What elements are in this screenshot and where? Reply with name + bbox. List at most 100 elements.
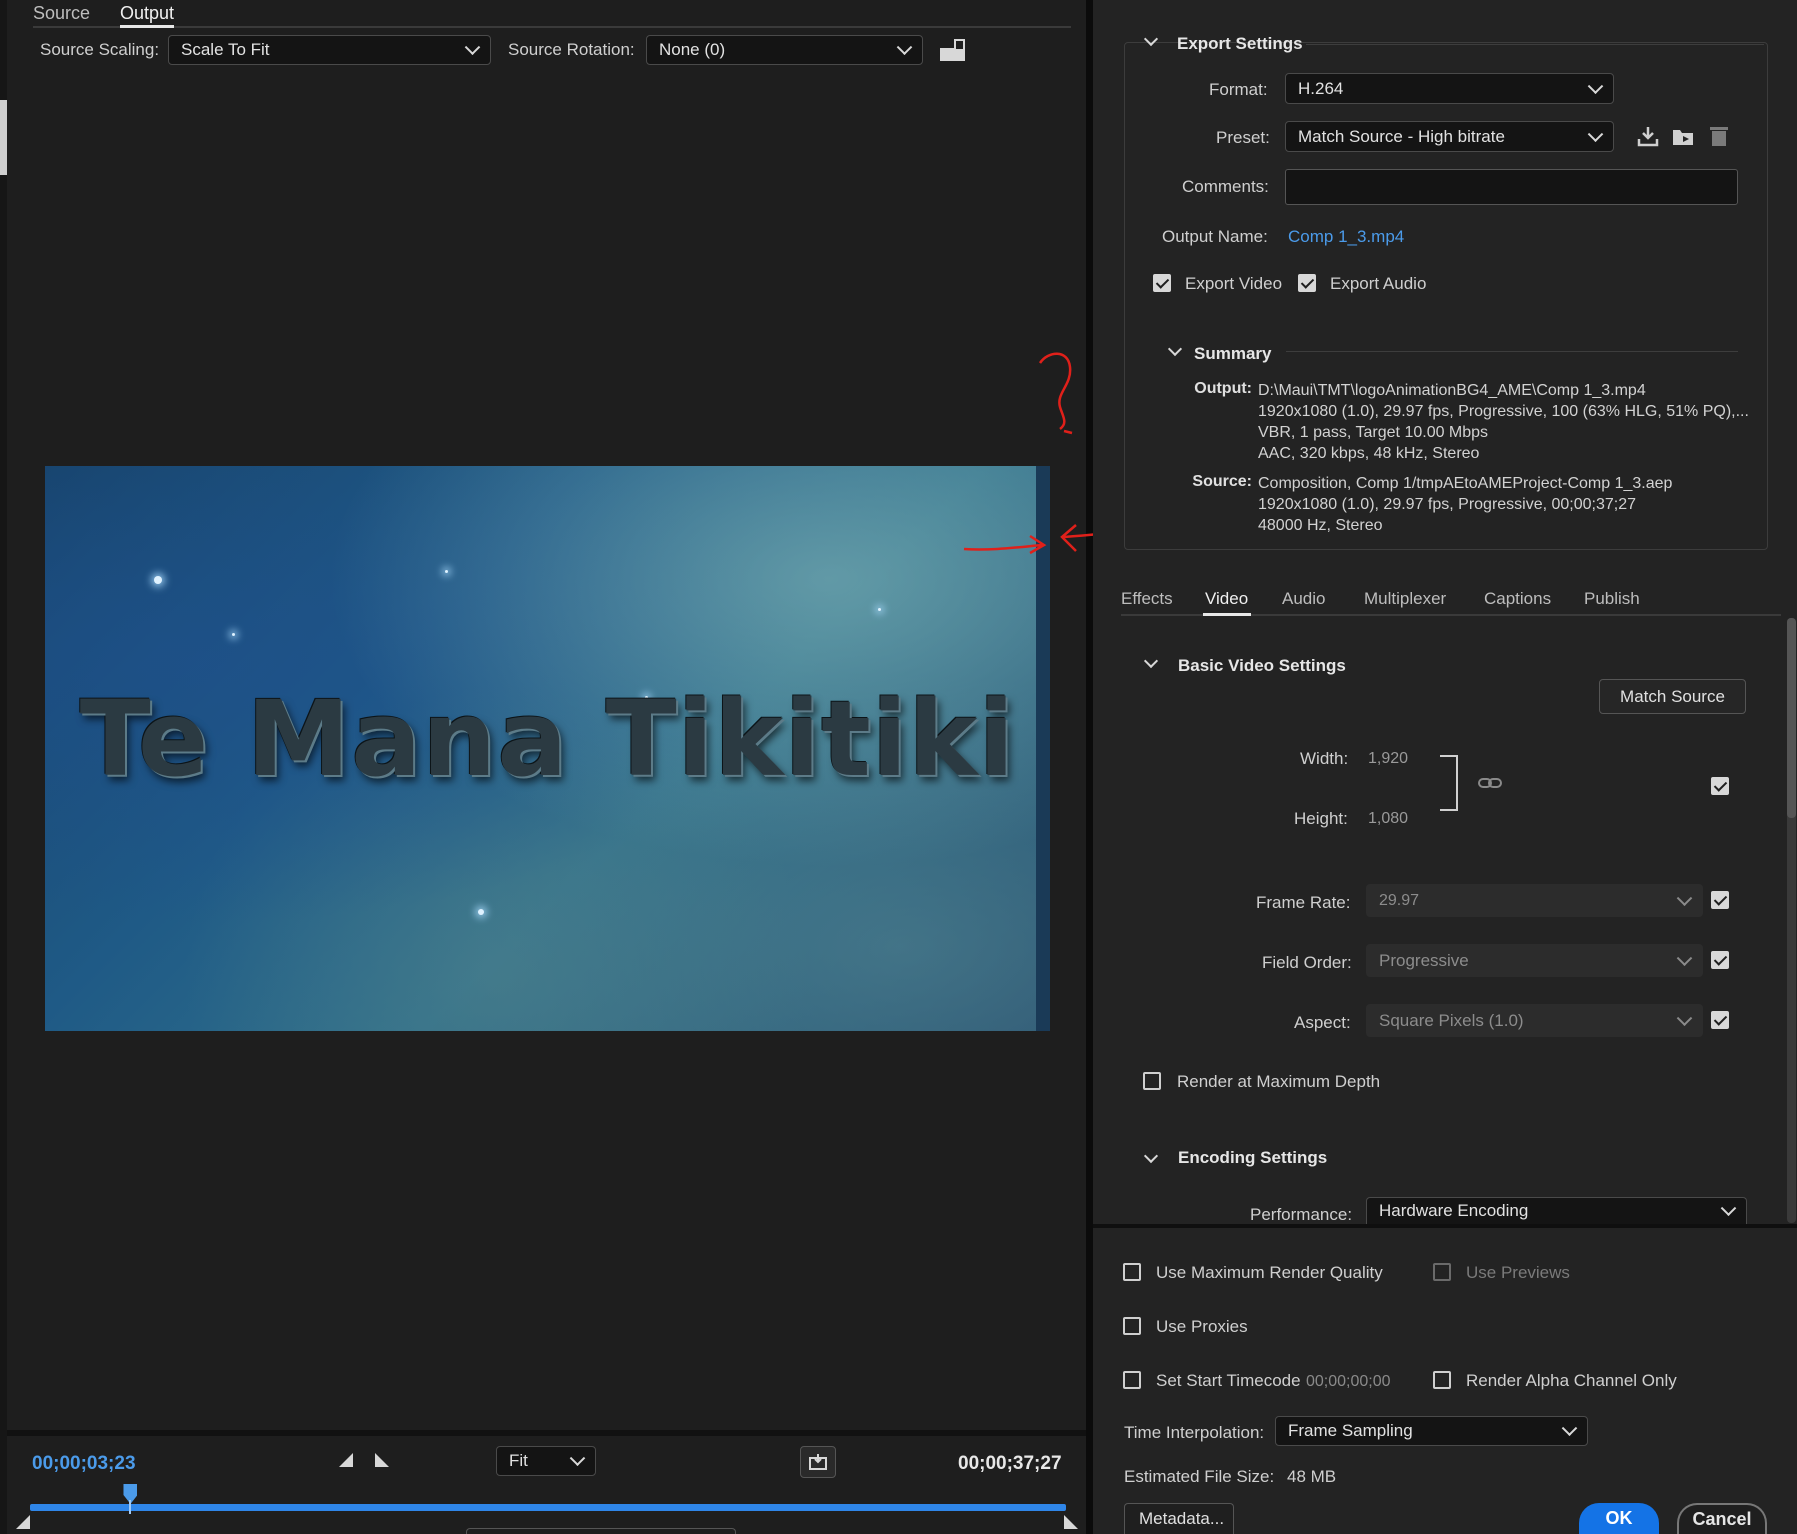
left-edge-handle[interactable] [0,100,7,175]
use-previews-checkbox[interactable] [1433,1263,1451,1281]
chevron-down-icon [1676,1009,1693,1026]
tab-source[interactable]: Source [33,3,90,24]
summary-output-line: AAC, 320 kbps, 48 kHz, Stereo [1258,445,1480,462]
link-chain-icon[interactable] [1478,775,1502,791]
export-video-label: Export Video [1185,274,1283,293]
source-scaling-dropdown[interactable]: Scale To Fit [168,35,491,65]
tab-output[interactable]: Output [120,3,174,24]
tab-multiplexer[interactable]: Multiplexer [1364,589,1446,609]
use-proxies-checkbox[interactable] [1123,1317,1141,1335]
aspect-ratio-correction-button[interactable] [800,1446,836,1478]
in-point-marker[interactable] [16,1514,30,1529]
chevron-down-icon [464,39,481,56]
video-title-text: Te Mana Tikitiki [79,678,1016,800]
source-rotation-label: Source Rotation: [508,40,635,59]
crop-output-icon[interactable] [938,37,968,63]
estimated-size-label: Estimated File Size: [1124,1467,1275,1486]
set-in-point-icon[interactable] [338,1452,354,1468]
save-preset-icon[interactable] [1636,124,1660,148]
delete-preset-icon[interactable] [1708,124,1730,148]
comments-input[interactable] [1285,169,1738,205]
render-alpha-checkbox[interactable] [1433,1371,1451,1389]
aspect-label: Aspect: [1294,1013,1351,1032]
panel-divider[interactable] [1086,0,1093,1534]
settings-scrollbar-thumb[interactable] [1787,618,1796,818]
frame-rate-match-checkbox[interactable] [1711,891,1729,909]
export-audio-label: Export Audio [1330,274,1427,293]
frame-rate-label: Frame Rate: [1256,893,1351,912]
field-order-value: Progressive [1379,950,1469,970]
timeline-track[interactable] [30,1504,1066,1511]
set-start-timecode-label: Set Start Timecode [1156,1371,1301,1390]
aspect-dropdown[interactable]: Square Pixels (1.0) [1366,1004,1703,1037]
width-value[interactable]: 1,920 [1368,750,1408,768]
star [232,633,235,636]
set-out-point-icon[interactable] [374,1452,390,1468]
field-order-dropdown[interactable]: Progressive [1366,944,1703,977]
comments-label: Comments: [1182,177,1269,196]
tab-output-underline [120,25,174,28]
header-rule [1306,44,1764,45]
star [445,570,448,573]
frame-rate-value: 29.97 [1379,891,1420,909]
encoding-settings-header[interactable]: Encoding Settings [1178,1148,1327,1168]
performance-dropdown[interactable]: Hardware Encoding [1366,1197,1747,1224]
tab-video[interactable]: Video [1205,589,1248,609]
current-timecode[interactable]: 00;00;03;23 [32,1453,136,1475]
summary-source-line: 1920x1080 (1.0), 29.97 fps, Progressive,… [1258,496,1637,513]
source-rotation-value: None (0) [659,40,726,59]
tab-publish[interactable]: Publish [1584,589,1640,609]
export-video-checkbox[interactable] [1153,274,1171,292]
metadata-button[interactable]: Metadata... [1124,1503,1234,1534]
tab-captions[interactable]: Captions [1484,589,1551,609]
import-preset-icon[interactable] [1671,124,1697,148]
export-audio-checkbox[interactable] [1298,274,1316,292]
preset-label: Preset: [1216,128,1270,147]
match-source-button[interactable]: Match Source [1599,679,1746,714]
summary-output-line: D:\Maui\TMT\logoAnimationBG4_AME\Comp 1_… [1258,382,1646,399]
bottom-divider [1093,1224,1797,1228]
video-preview: Te Mana Tikitiki [45,466,1050,1031]
render-max-depth-label: Render at Maximum Depth [1177,1072,1381,1091]
tab-audio[interactable]: Audio [1282,589,1325,609]
aspect-match-checkbox[interactable] [1711,1011,1729,1029]
ok-button[interactable]: OK [1579,1503,1659,1534]
max-render-quality-checkbox[interactable] [1123,1263,1141,1281]
tab-rule [33,26,1071,28]
cancel-button[interactable]: Cancel [1677,1503,1767,1534]
timeline-scroll[interactable] [466,1528,736,1534]
field-order-match-checkbox[interactable] [1711,951,1729,969]
chevron-down-icon [1587,77,1604,94]
height-value[interactable]: 1,080 [1368,810,1408,828]
source-rotation-dropdown[interactable]: None (0) [646,35,923,65]
set-start-timecode-checkbox[interactable] [1123,1371,1141,1389]
summary-header[interactable]: Summary [1194,344,1271,364]
tab-effects[interactable]: Effects [1121,589,1173,609]
dimensions-match-checkbox[interactable] [1711,777,1729,795]
star [878,608,881,611]
format-dropdown[interactable]: H.264 [1285,73,1614,104]
star [478,909,484,915]
export-settings-header[interactable]: Export Settings [1177,34,1303,54]
star [154,576,162,584]
summary-source-line: Composition, Comp 1/tmpAEtoAMEProject-Co… [1258,475,1673,492]
time-interpolation-dropdown[interactable]: Frame Sampling [1275,1416,1588,1446]
out-point-marker[interactable] [1064,1514,1078,1529]
basic-video-header[interactable]: Basic Video Settings [1178,656,1346,676]
end-timecode: 00;00;37;27 [958,1453,1062,1474]
frame-rate-dropdown[interactable]: 29.97 [1366,884,1703,917]
timeline-divider [7,1430,1086,1436]
aspect-icon [809,1454,827,1470]
chevron-down-icon [1676,889,1693,906]
chevron-down-icon [1561,1420,1578,1437]
preset-dropdown[interactable]: Match Source - High bitrate [1285,121,1614,152]
chevron-down-icon [896,39,913,56]
render-max-depth-checkbox[interactable] [1143,1072,1161,1090]
height-label: Height: [1294,809,1348,828]
start-timecode-value[interactable]: 00;00;00;00 [1306,1373,1391,1391]
zoom-value: Fit [509,1451,528,1470]
output-name-link[interactable]: Comp 1_3.mp4 [1288,227,1404,247]
zoom-dropdown[interactable]: Fit [496,1446,596,1476]
source-scaling-label: Source Scaling: [40,40,160,59]
summary-output-line: 1920x1080 (1.0), 29.97 fps, Progressive,… [1258,403,1749,420]
